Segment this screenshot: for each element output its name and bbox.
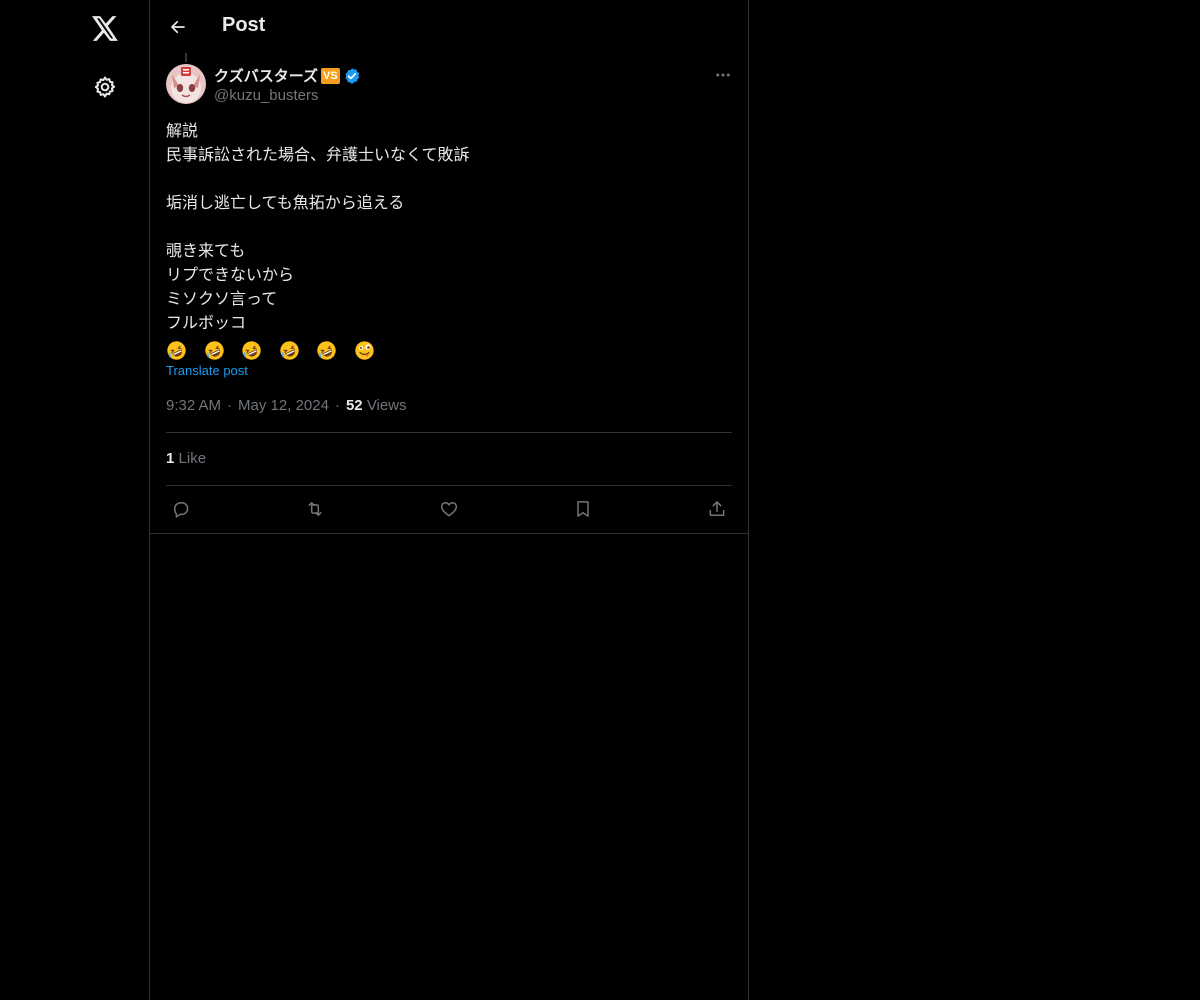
arrow-left-icon <box>169 18 187 36</box>
views-label: Views <box>366 397 407 414</box>
post-date[interactable]: May 12, 2024 <box>238 397 329 414</box>
heart-icon <box>439 499 459 519</box>
thread-connector-line <box>185 53 187 62</box>
vs-badge: VS <box>320 67 340 84</box>
divider <box>166 432 732 433</box>
back-button[interactable] <box>162 11 194 43</box>
verified-check-icon[interactable] <box>343 67 361 85</box>
post-line: 覗き来ても <box>166 243 246 260</box>
author-display-name[interactable]: クズバスターズ <box>214 65 318 86</box>
likes-stat[interactable]: 1 Like <box>166 450 206 467</box>
share-button[interactable] <box>704 496 730 522</box>
rofl-emoji <box>316 292 352 409</box>
emoji-row <box>166 338 732 362</box>
post-text: 解説 民事訴訟された場合、弁護士いなくて敗訴 垢消し逃亡しても魚拓から追える 覗… <box>166 120 732 362</box>
share-icon <box>707 499 727 519</box>
reply-button[interactable] <box>168 496 194 522</box>
meta-separator: · <box>334 397 340 414</box>
action-bar <box>166 496 732 522</box>
post-time[interactable]: 9:32 AM <box>166 397 221 414</box>
post-line: 民事訴訟された場合、弁護士いなくて敗訴 <box>166 147 470 164</box>
post-line: 解説 <box>166 123 199 140</box>
rofl-emoji <box>166 292 202 409</box>
translate-post-link[interactable]: Translate post <box>166 363 248 378</box>
post-line <box>166 168 732 192</box>
likes-count: 1 <box>166 450 175 467</box>
post-line <box>166 216 732 240</box>
repost-button[interactable] <box>302 496 328 522</box>
x-logo-icon[interactable] <box>85 8 125 48</box>
reply-icon <box>171 499 191 519</box>
left-rail <box>0 0 149 1000</box>
post-meta: 9:32 AM · May 12, 2024 · 52 Views <box>166 397 407 414</box>
views-stat: 52 Views <box>346 397 407 414</box>
meta-separator: · <box>227 397 233 414</box>
more-horizontal-icon <box>714 66 732 84</box>
divider <box>166 485 732 486</box>
page-title: Post <box>222 14 266 36</box>
author-name-row: クズバスターズ VS <box>214 65 361 86</box>
zany-face-emoji <box>354 292 390 409</box>
post-bottom-border <box>150 533 748 534</box>
views-count: 52 <box>345 397 363 414</box>
more-options-button[interactable] <box>712 64 734 86</box>
repost-icon <box>304 499 326 519</box>
likes-label: Like <box>178 450 207 467</box>
page-header: Post <box>150 0 748 53</box>
bookmark-icon <box>573 499 593 519</box>
post-line: 垢消し逃亡しても魚拓から追える <box>166 195 405 212</box>
bookmark-button[interactable] <box>570 496 596 522</box>
gear-icon[interactable] <box>89 71 121 103</box>
rofl-emoji <box>241 292 277 409</box>
post-line: リプできないから <box>166 267 295 284</box>
main-column: Post クズバスターズ VS @kuzu_busters 解説 民事訴訟された… <box>149 0 749 1000</box>
rofl-emoji <box>204 292 240 409</box>
author-handle[interactable]: @kuzu_busters <box>214 87 318 104</box>
rofl-emoji <box>279 292 315 409</box>
avatar[interactable] <box>166 64 206 104</box>
like-button[interactable] <box>436 496 462 522</box>
